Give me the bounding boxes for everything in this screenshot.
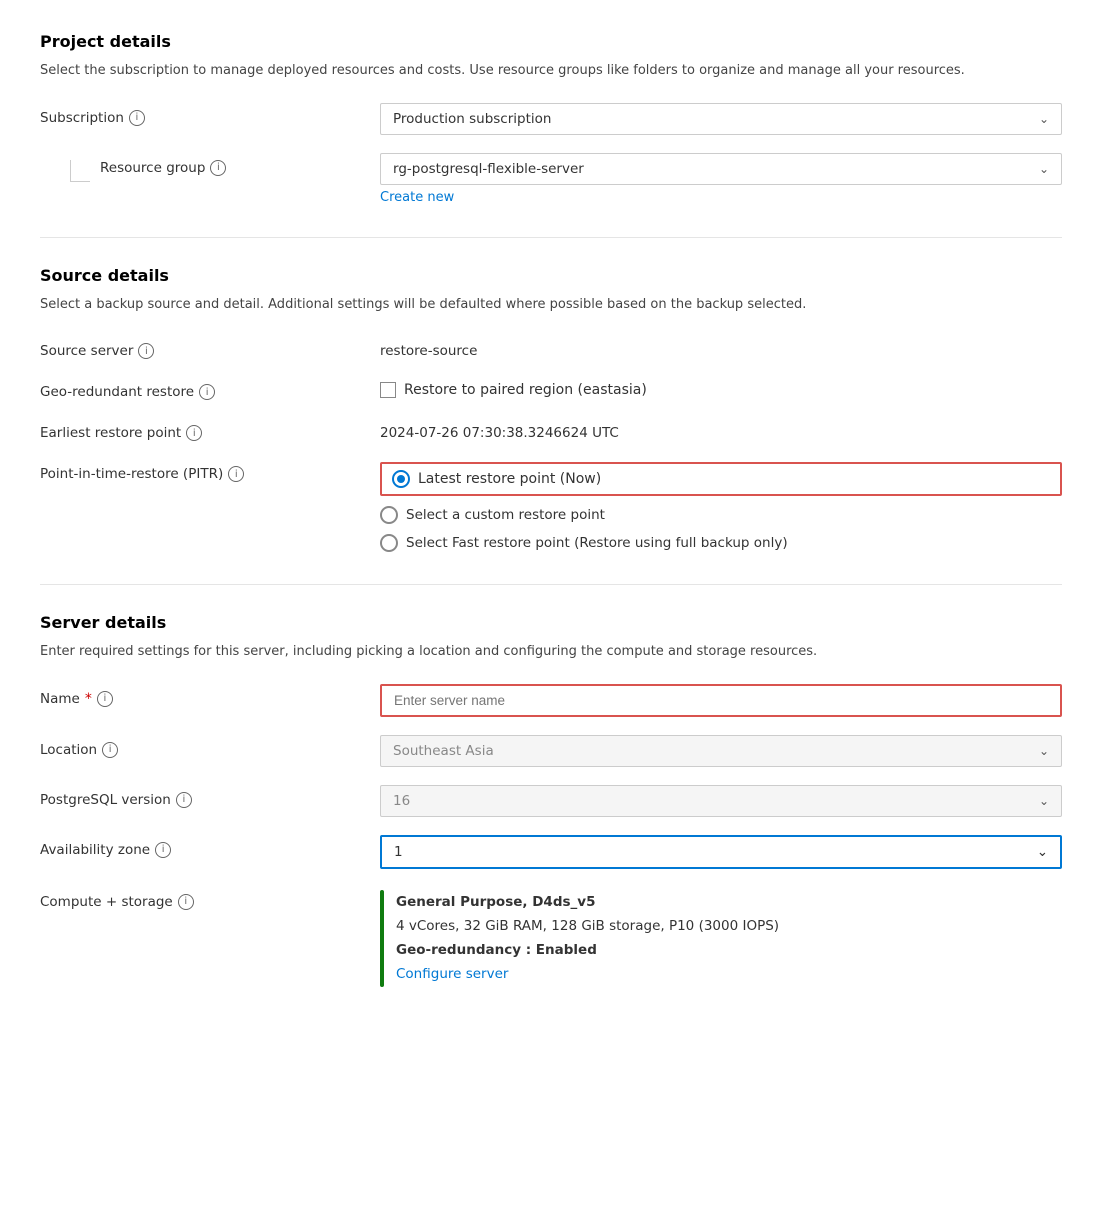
- server-name-row: Name * i: [40, 684, 1062, 717]
- create-new-link[interactable]: Create new: [380, 190, 454, 205]
- server-name-control: [380, 684, 1062, 717]
- project-details-section: Project details Select the subscription …: [40, 32, 1062, 205]
- postgresql-version-label: PostgreSQL version i: [40, 785, 380, 808]
- subscription-label: Subscription i: [40, 103, 380, 126]
- subscription-row: Subscription i Production subscription ⌄: [40, 103, 1062, 135]
- postgresql-version-info-icon: i: [176, 792, 192, 808]
- source-server-row: Source server i restore-source: [40, 336, 1062, 359]
- availability-zone-label: Availability zone i: [40, 835, 380, 858]
- resource-group-label-wrapper: Resource group i: [40, 153, 380, 182]
- source-server-info-icon: i: [138, 343, 154, 359]
- server-name-label: Name * i: [40, 684, 380, 707]
- location-label: Location i: [40, 735, 380, 758]
- pitr-option-latest[interactable]: Latest restore point (Now): [380, 462, 1062, 496]
- pitr-label: Point-in-time-restore (PITR) i: [40, 459, 380, 482]
- indent-line: [70, 160, 90, 182]
- pitr-option-custom[interactable]: Select a custom restore point: [380, 506, 1062, 524]
- resource-group-indent: Resource group i: [40, 160, 226, 182]
- section-divider-1: [40, 237, 1062, 238]
- source-details-description: Select a backup source and detail. Addit…: [40, 295, 1062, 315]
- server-name-required: *: [85, 691, 92, 707]
- postgresql-version-select[interactable]: 16 ⌄: [380, 785, 1062, 817]
- earliest-restore-info-icon: i: [186, 425, 202, 441]
- earliest-restore-row: Earliest restore point i 2024-07-26 07:3…: [40, 418, 1062, 441]
- resource-group-info-icon: i: [210, 160, 226, 176]
- pitr-option-latest-label: Latest restore point (Now): [418, 471, 601, 487]
- compute-storage-green-bar: [380, 890, 384, 987]
- geo-redundant-label: Geo-redundant restore i: [40, 377, 380, 400]
- compute-storage-tier: General Purpose, D4ds_v5: [396, 894, 595, 910]
- resource-group-select[interactable]: rg-postgresql-flexible-server ⌄: [380, 153, 1062, 185]
- subscription-chevron-icon: ⌄: [1039, 112, 1049, 126]
- pitr-radio-fast[interactable]: [380, 534, 398, 552]
- location-select[interactable]: Southeast Asia ⌄: [380, 735, 1062, 767]
- postgresql-version-chevron-icon: ⌄: [1039, 794, 1049, 808]
- subscription-select[interactable]: Production subscription ⌄: [380, 103, 1062, 135]
- postgresql-version-control: 16 ⌄: [380, 785, 1062, 817]
- server-details-section: Server details Enter required settings f…: [40, 613, 1062, 987]
- subscription-info-icon: i: [129, 110, 145, 126]
- subscription-control: Production subscription ⌄: [380, 103, 1062, 135]
- compute-storage-content: General Purpose, D4ds_v5 4 vCores, 32 Gi…: [380, 890, 1062, 987]
- server-name-info-icon: i: [97, 691, 113, 707]
- geo-redundant-checkbox[interactable]: [380, 382, 396, 398]
- resource-group-row: Resource group i rg-postgresql-flexible-…: [40, 153, 1062, 205]
- resource-group-chevron-icon: ⌄: [1039, 162, 1049, 176]
- resource-group-control: rg-postgresql-flexible-server ⌄ Create n…: [380, 153, 1062, 205]
- earliest-restore-label: Earliest restore point i: [40, 418, 380, 441]
- availability-zone-row: Availability zone i 1 ⌄: [40, 835, 1062, 869]
- pitr-option-custom-label: Select a custom restore point: [406, 507, 605, 523]
- location-control: Southeast Asia ⌄: [380, 735, 1062, 767]
- geo-redundant-info-icon: i: [199, 384, 215, 400]
- section-divider-2: [40, 584, 1062, 585]
- server-name-input[interactable]: [380, 684, 1062, 717]
- geo-redundant-control: Restore to paired region (eastasia): [380, 377, 1062, 398]
- geo-redundant-checkbox-row: Restore to paired region (eastasia): [380, 377, 1062, 398]
- availability-zone-chevron-icon: ⌄: [1037, 844, 1048, 860]
- compute-storage-specs: 4 vCores, 32 GiB RAM, 128 GiB storage, P…: [396, 918, 779, 934]
- availability-zone-select[interactable]: 1 ⌄: [380, 835, 1062, 869]
- server-details-title: Server details: [40, 613, 1062, 632]
- geo-redundant-row: Geo-redundant restore i Restore to paire…: [40, 377, 1062, 400]
- location-row: Location i Southeast Asia ⌄: [40, 735, 1062, 767]
- postgresql-version-row: PostgreSQL version i 16 ⌄: [40, 785, 1062, 817]
- geo-redundant-checkbox-label: Restore to paired region (eastasia): [404, 382, 647, 398]
- source-details-title: Source details: [40, 266, 1062, 285]
- compute-storage-control: General Purpose, D4ds_v5 4 vCores, 32 Gi…: [380, 887, 1062, 987]
- availability-zone-control: 1 ⌄: [380, 835, 1062, 869]
- location-info-icon: i: [102, 742, 118, 758]
- pitr-control: Latest restore point (Now) Select a cust…: [380, 459, 1062, 552]
- compute-storage-row: Compute + storage i General Purpose, D4d…: [40, 887, 1062, 987]
- pitr-radio-latest[interactable]: [392, 470, 410, 488]
- pitr-radio-custom[interactable]: [380, 506, 398, 524]
- earliest-restore-value: 2024-07-26 07:30:38.3246624 UTC: [380, 418, 1062, 441]
- pitr-row: Point-in-time-restore (PITR) i Latest re…: [40, 459, 1062, 552]
- source-details-section: Source details Select a backup source an…: [40, 266, 1062, 553]
- project-details-title: Project details: [40, 32, 1062, 51]
- source-server-label: Source server i: [40, 336, 380, 359]
- pitr-option-fast[interactable]: Select Fast restore point (Restore using…: [380, 534, 1062, 552]
- compute-storage-info-icon: i: [178, 894, 194, 910]
- source-server-value: restore-source: [380, 336, 1062, 359]
- pitr-radio-group: Latest restore point (Now) Select a cust…: [380, 459, 1062, 552]
- server-details-description: Enter required settings for this server,…: [40, 642, 1062, 662]
- availability-zone-info-icon: i: [155, 842, 171, 858]
- compute-storage-label: Compute + storage i: [40, 887, 380, 910]
- location-chevron-icon: ⌄: [1039, 744, 1049, 758]
- pitr-info-icon: i: [228, 466, 244, 482]
- pitr-option-fast-label: Select Fast restore point (Restore using…: [406, 535, 788, 551]
- compute-storage-geo: Geo-redundancy : Enabled: [396, 942, 597, 958]
- configure-server-link[interactable]: Configure server: [396, 966, 508, 982]
- project-details-description: Select the subscription to manage deploy…: [40, 61, 1062, 81]
- compute-storage-details: General Purpose, D4ds_v5 4 vCores, 32 Gi…: [396, 890, 779, 987]
